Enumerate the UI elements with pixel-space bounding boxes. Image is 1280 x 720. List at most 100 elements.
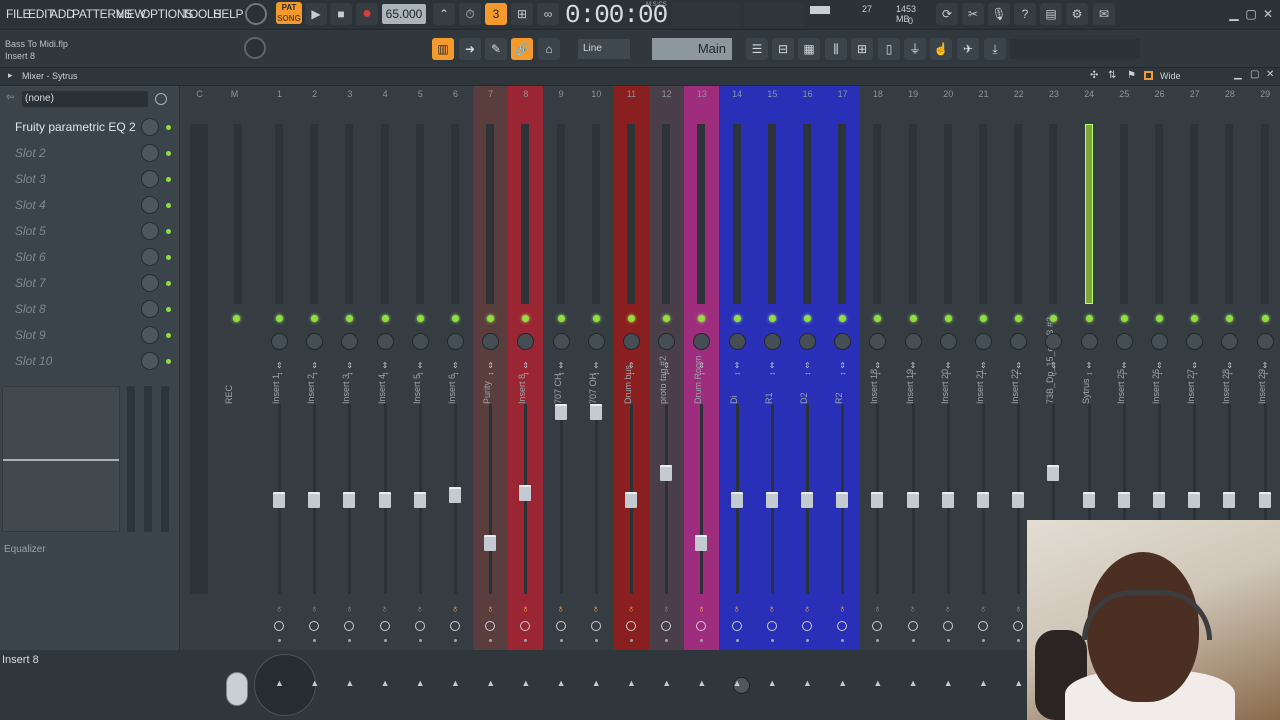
track-send-dot[interactable] <box>982 639 985 642</box>
view-mode-label[interactable]: Wide <box>1160 71 1181 81</box>
help-icon[interactable]: ? <box>1014 3 1036 25</box>
track-fx-icon[interactable]: ♁ <box>944 603 952 615</box>
track-fader[interactable] <box>554 404 567 420</box>
track-enable-led[interactable] <box>980 315 987 322</box>
mixer-track-11[interactable]: 11 Drum bus ⇕ ↔ ♁ <box>614 86 649 650</box>
maximize-icon[interactable]: ▢ <box>1243 3 1259 25</box>
mixer-track-14[interactable]: 14 Di ⇕ ↔ ♁ <box>719 86 755 650</box>
fx-slot-enable-led[interactable] <box>166 177 171 182</box>
track-stereo-arrows[interactable]: ⇕ ↔ <box>1015 362 1023 377</box>
track-send-dot[interactable] <box>383 639 387 642</box>
minimize-icon[interactable]: ▁ <box>1226 3 1242 25</box>
track-fader[interactable] <box>941 492 954 508</box>
track-stereo-arrows[interactable]: ⇕ ↔ <box>874 362 882 377</box>
track-pan-knob[interactable] <box>1115 333 1133 350</box>
track-send-dot[interactable] <box>559 639 563 642</box>
track-enable-led[interactable] <box>804 315 811 322</box>
track-send-arrow-icon[interactable]: ▲ <box>662 678 671 688</box>
track-enable-led[interactable] <box>733 315 741 322</box>
track-enable-led[interactable] <box>1120 315 1128 322</box>
track-pan-knob[interactable] <box>376 333 394 350</box>
track-send-arrow-icon[interactable]: ▲ <box>381 678 390 688</box>
track-fx-icon[interactable]: ♁ <box>768 603 776 615</box>
track-send-arrow-icon[interactable]: ▲ <box>697 678 706 688</box>
track-enable-led[interactable] <box>944 315 952 322</box>
track-fader[interactable] <box>1117 492 1130 508</box>
track-send-dot[interactable] <box>489 639 493 642</box>
track-send-dot[interactable] <box>278 639 281 642</box>
track-fader[interactable] <box>1258 492 1271 508</box>
track-fx-icon[interactable]: ♁ <box>733 603 741 615</box>
track-send-dot[interactable] <box>841 639 845 642</box>
chevron-right-icon[interactable]: ▸ <box>8 70 13 81</box>
pat-song-toggle[interactable]: PAT SONG <box>276 2 302 24</box>
mixer-track-9[interactable]: 9 707 CH ⇕ ↔ ♁ <box>544 86 579 650</box>
mixer-track-8[interactable]: 8 Insert 8 ⇕ ↔ ♁ <box>508 86 544 650</box>
track-route-icon[interactable] <box>379 621 390 631</box>
track-send-arrow-icon[interactable]: ▲ <box>768 678 777 688</box>
track-send-dot[interactable] <box>700 639 704 642</box>
track-fader[interactable] <box>977 492 989 508</box>
track-stereo-arrows[interactable]: ⇕ ↔ <box>311 362 319 377</box>
track-route-icon[interactable] <box>1013 621 1024 631</box>
track-send-arrow-icon[interactable]: ▲ <box>416 678 425 688</box>
master-volume-knob[interactable] <box>245 3 267 25</box>
track-fx-icon[interactable]: ♁ <box>697 603 705 615</box>
render-icon[interactable]: ✈ <box>957 38 979 60</box>
snap-selector[interactable]: Line <box>578 39 630 59</box>
mixer-track-7[interactable]: 7 Purity ⇕ ↔ ♁ <box>473 86 509 650</box>
track-send-dot[interactable] <box>594 639 598 642</box>
track-fx-icon[interactable]: ♁ <box>909 603 917 615</box>
fx-slot-mix-knob[interactable] <box>141 222 159 240</box>
pencil-icon[interactable]: ✎ <box>485 38 507 60</box>
fx-slot-mix-knob[interactable] <box>141 248 159 266</box>
eq-fader-3[interactable] <box>161 386 169 532</box>
refresh-icon[interactable]: ⟳ <box>936 3 958 25</box>
track-send-arrow-icon[interactable]: ▲ <box>451 678 460 688</box>
mixer-track-17[interactable]: 17 R2 ⇕ ↔ ♁ <box>825 86 861 650</box>
track-send-arrow-icon[interactable]: ▲ <box>979 678 988 688</box>
track-stereo-arrows[interactable]: ⇕ ↔ <box>628 362 636 377</box>
track-pan-knob[interactable] <box>728 333 746 350</box>
track-enable-led[interactable] <box>909 315 917 322</box>
track-pan-knob[interactable] <box>904 333 922 350</box>
track-fader[interactable] <box>308 492 321 508</box>
mixer-track-10[interactable]: 10 707 OH ⇕ ↔ ♁ <box>579 86 614 650</box>
track-stereo-arrows[interactable]: ⇕ ↔ <box>346 362 354 377</box>
fx-slot-mix-knob[interactable] <box>141 326 159 344</box>
track-enable-led[interactable] <box>628 315 635 322</box>
settings-icon[interactable] <box>155 93 167 105</box>
track-fader[interactable] <box>378 492 391 508</box>
mixer-track-12[interactable]: 12 proto tag #2 ⇕ ↔ ♁ <box>649 86 685 650</box>
piano-roll-icon[interactable]: ⊟ <box>772 38 794 60</box>
track-send-dot[interactable] <box>876 639 880 642</box>
channel-rack-icon[interactable]: ▦ <box>798 38 820 60</box>
track-send-arrow-icon[interactable]: ▲ <box>486 678 495 688</box>
track-enable-led[interactable] <box>381 315 389 322</box>
track-pan-knob[interactable] <box>447 333 464 350</box>
menu-file[interactable]: FILE <box>6 7 30 21</box>
master-strip[interactable]: C M REC <box>182 86 252 650</box>
track-fader[interactable] <box>1188 492 1201 508</box>
fx-slot-enable-led[interactable] <box>166 151 171 156</box>
track-fx-icon[interactable]: ♁ <box>486 603 494 615</box>
mixer-track-21[interactable]: 21 Insert 21 ⇕ ↔ ♁ <box>966 86 1001 650</box>
menu-help[interactable]: HELP <box>213 7 243 21</box>
track-fx-icon[interactable]: ♁ <box>873 603 881 615</box>
track-fader[interactable] <box>519 485 532 501</box>
track-stereo-arrows[interactable]: ⇕ ↔ <box>663 362 671 377</box>
record-icon[interactable]: ● <box>356 3 378 25</box>
sort-icon[interactable]: ⇅ <box>1108 70 1116 81</box>
track-send-arrow-icon[interactable]: ▲ <box>310 678 319 688</box>
track-route-icon[interactable] <box>344 621 355 631</box>
track-fx-icon[interactable]: ♁ <box>662 603 670 615</box>
play-icon[interactable]: ▶ <box>305 3 327 25</box>
track-stereo-arrows[interactable]: ⇕ ↔ <box>1121 362 1129 377</box>
mixer-track-16[interactable]: 16 D2 ⇕ ↔ ♁ <box>790 86 825 650</box>
track-fader[interactable] <box>1153 492 1165 508</box>
track-fx-icon[interactable]: ♁ <box>803 603 811 615</box>
track-send-arrow-icon[interactable]: ▲ <box>838 678 847 688</box>
track-route-icon[interactable] <box>731 621 742 631</box>
track-send-arrow-icon[interactable]: ▲ <box>345 678 354 688</box>
track-fader[interactable] <box>484 535 497 551</box>
